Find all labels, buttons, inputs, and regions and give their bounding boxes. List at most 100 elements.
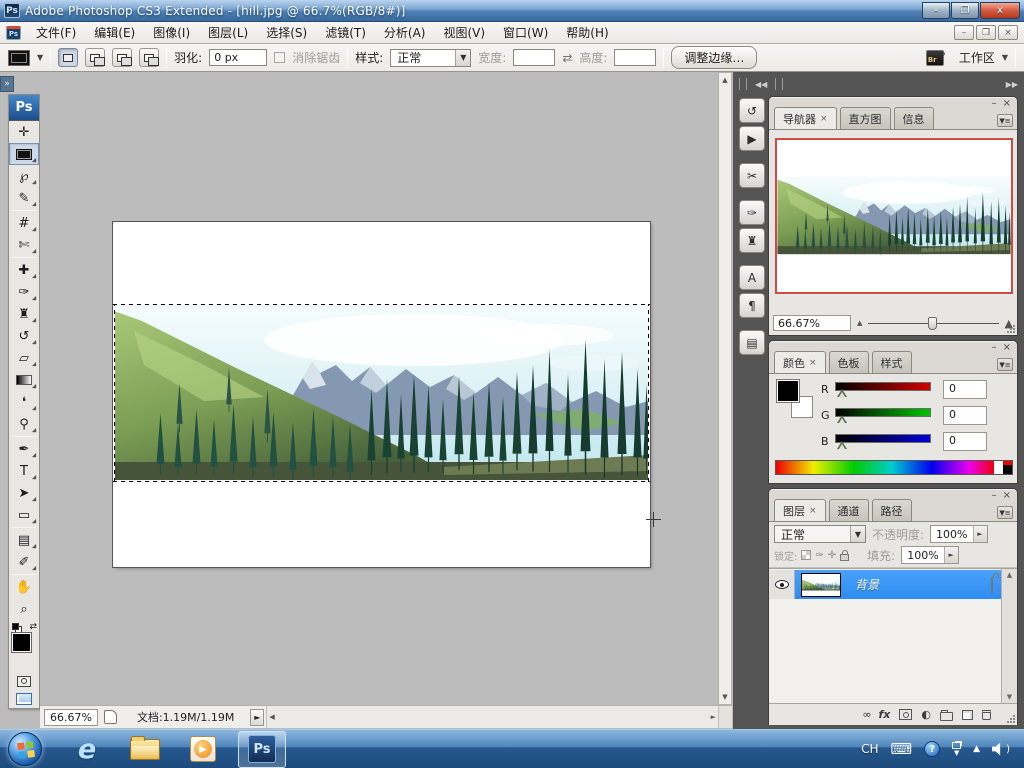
pen-tool[interactable]: ✒ [9,438,39,460]
hand-tool[interactable]: ✋ [9,576,39,598]
foreground-color-swatch[interactable] [12,633,31,652]
black-chip[interactable] [1003,465,1012,474]
restore-window-tray-icon[interactable]: ▼ [952,742,962,757]
tab-color[interactable]: 颜色 × [774,351,826,373]
width-input[interactable] [513,49,556,66]
layer-comps-panel-icon[interactable]: ▤ [739,330,765,355]
feather-input[interactable]: 0 px [209,49,268,66]
opacity-spin-icon[interactable]: ► [973,526,987,542]
character-panel-icon[interactable]: A [739,265,765,290]
toolbox-ps-header[interactable]: Ps [9,95,39,121]
clone-stamp-tool[interactable]: ♜ [9,303,39,325]
green-slider[interactable] [835,407,931,417]
navigator-zoom-slider[interactable] [868,317,999,330]
doc-restore-button[interactable]: ❐ [976,25,996,40]
restore-button[interactable]: ❐ [951,2,979,19]
lock-transparency-icon[interactable] [801,550,812,560]
lock-pixels-icon[interactable]: ✑ [815,550,823,561]
volume-icon[interactable]: ) [992,742,1010,756]
refine-edge-button[interactable]: 调整边缘… [671,46,758,69]
internet-explorer-icon[interactable]: e [66,731,108,767]
panel-minimize-icon[interactable]: – [992,343,997,353]
rectangular-marquee-tool[interactable] [9,143,39,165]
path-selection-tool[interactable]: ➤ [9,482,39,504]
layer-style-icon[interactable]: fx [879,708,891,721]
eraser-tool[interactable]: ▱ [9,347,39,369]
clone-source-panel-icon[interactable]: ♜ [739,228,765,253]
tab-paths[interactable]: 路径 [871,499,912,521]
menu-layer[interactable]: 图层(L) [199,22,257,43]
scroll-down-icon[interactable]: ▼ [720,690,729,704]
layer-thumbnail[interactable] [801,572,841,597]
blue-slider[interactable] [835,433,931,443]
tab-close-icon[interactable]: × [820,114,828,124]
tool-preset-icon[interactable] [8,49,30,66]
lasso-tool[interactable]: ℘ [9,165,39,187]
panel-resize-grip[interactable] [1006,324,1015,333]
tab-close-icon[interactable]: × [809,358,817,368]
new-layer-icon[interactable] [962,709,973,720]
crop-tool[interactable]: # [9,212,39,234]
tool-presets-panel-icon[interactable]: ✂ [739,163,765,188]
menu-window[interactable]: 窗口(W) [494,22,557,43]
tab-styles[interactable]: 样式 [871,351,912,373]
antialias-checkbox[interactable] [274,52,286,63]
blur-tool[interactable]: ❛ [9,391,39,413]
delete-layer-icon[interactable] [982,709,991,720]
close-button[interactable]: x [980,2,1020,19]
lock-position-icon[interactable]: ✛ [828,550,836,561]
panel-menu-icon[interactable]: ▼≡ [997,358,1013,371]
tab-histogram[interactable]: 直方图 [839,107,891,129]
move-tool[interactable]: ✛ [9,121,39,143]
scroll-left-icon[interactable]: ◀ [267,710,276,724]
file-explorer-icon[interactable] [124,731,166,767]
type-tool[interactable]: T [9,460,39,482]
height-input[interactable] [614,49,657,66]
swap-dimensions-icon[interactable]: ⇄ [562,51,572,65]
layer-list-scrollbar[interactable]: ▲ ▼ [1001,569,1017,703]
panel-close-icon[interactable]: × [1003,99,1011,109]
layer-name[interactable]: 背景 [855,576,879,593]
selection-mode-subtract-button[interactable] [112,48,133,67]
healing-brush-tool[interactable]: ✚ [9,259,39,281]
panel-resize-grip[interactable] [1006,714,1015,723]
status-zoom-input[interactable]: 66.67% [44,708,98,726]
panel-minimize-icon[interactable]: – [992,99,997,109]
menu-view[interactable]: 视图(V) [434,22,494,43]
scroll-up-icon[interactable]: ▲ [720,73,729,87]
menu-edit[interactable]: 编辑(E) [85,22,144,43]
lock-all-icon[interactable] [840,549,850,561]
status-page-icon[interactable] [103,710,117,724]
menu-filter[interactable]: 滤镜(T) [316,22,375,43]
tab-channels[interactable]: 通道 [828,499,869,521]
layer-visibility-cell[interactable] [769,570,795,599]
menu-image[interactable]: 图像(I) [144,22,199,43]
fill-spin-icon[interactable]: ► [944,547,958,563]
bridge-icon[interactable]: Br [925,47,946,66]
help-tray-icon[interactable]: ? [924,741,941,757]
expand-dock-icon[interactable]: ▶▶ [1006,80,1018,89]
brushes-panel-icon[interactable]: ✑ [739,200,765,225]
horizontal-scrollbar[interactable]: ◀ ► [266,706,718,728]
scroll-down-icon[interactable]: ▼ [1007,693,1012,701]
minimize-button[interactable]: – [922,2,950,19]
navigator-zoom-input[interactable]: 66.67% [773,315,851,331]
scroll-right-icon[interactable]: ► [709,710,718,724]
slider-thumb[interactable] [928,317,938,330]
selection-mode-add-button[interactable] [85,48,106,67]
workspace-dropdown-icon[interactable]: ▼ [1002,53,1008,62]
selection-mode-new-button[interactable] [58,48,79,67]
input-language-indicator[interactable]: CH [861,742,878,756]
menu-select[interactable]: 选择(S) [257,22,316,43]
color-spectrum-ramp[interactable] [775,460,1013,475]
doc-minimize-button[interactable]: – [954,25,974,40]
blend-mode-select[interactable]: 正常 ▼ [774,525,866,543]
scroll-up-icon[interactable]: ▲ [1007,571,1012,579]
red-slider-thumb[interactable] [837,388,847,397]
canvas-workspace[interactable] [40,72,718,705]
show-hidden-icons-button[interactable]: ▲ [973,744,980,754]
photoshop-taskbar-button[interactable]: Ps [238,730,286,768]
zoom-out-mountain-icon[interactable]: ▲ [857,319,862,327]
swap-colors-icon[interactable]: ⇄ [29,622,37,632]
default-colors-icon[interactable] [12,623,19,630]
